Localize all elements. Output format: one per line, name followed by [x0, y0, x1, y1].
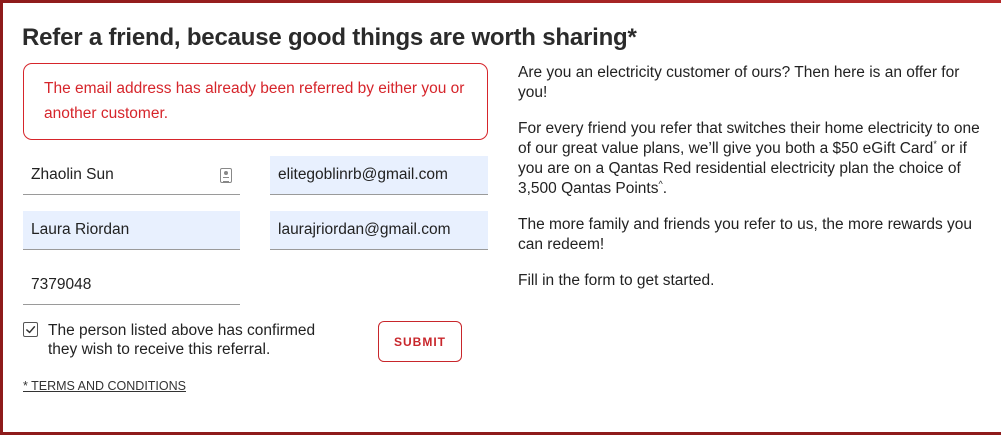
submit-button[interactable]: SUBMIT — [378, 321, 462, 362]
consent-label: The person listed above has confirmed th… — [48, 322, 316, 358]
reward-text-part-1: For every friend you refer that switches… — [518, 120, 980, 157]
info-paragraph-reward: For every friend you refer that switches… — [518, 119, 988, 199]
referrer-name-value: Zhaolin Sun — [31, 166, 114, 183]
page-frame-top — [0, 0, 1001, 3]
info-paragraph-cta: Fill in the form to get started. — [518, 272, 715, 289]
friend-name-field[interactable]: Laura Riordan — [23, 211, 240, 250]
referrer-name-field[interactable]: Zhaolin Sun — [23, 156, 240, 195]
friend-name-value: Laura Riordan — [31, 221, 130, 238]
reward-text-part-3: . — [662, 180, 668, 197]
friend-email-field[interactable]: laurajriordan@gmail.com — [270, 211, 488, 250]
referral-info: Are you an electricity customer of ours?… — [518, 63, 988, 307]
check-icon — [26, 326, 36, 334]
terms-and-conditions-link[interactable]: * TERMS AND CONDITIONS — [23, 379, 186, 393]
account-number-value: 7379048 — [31, 276, 92, 293]
page-title: Refer a friend, because good things are … — [22, 24, 637, 51]
referrer-email-value: elitegoblinrb@gmail.com — [278, 166, 448, 183]
consent-checkbox[interactable] — [23, 322, 38, 337]
referrer-email-field[interactable]: elitegoblinrb@gmail.com — [270, 156, 488, 195]
info-paragraph-offer: Are you an electricity customer of ours?… — [518, 64, 960, 101]
contact-card-icon[interactable] — [220, 167, 232, 183]
error-message: The email address has already been refer… — [44, 80, 465, 122]
error-alert: The email address has already been refer… — [23, 63, 488, 140]
info-paragraph-more: The more family and friends you refer to… — [518, 216, 973, 253]
account-number-field[interactable]: 7379048 — [23, 266, 240, 305]
page-frame-left — [0, 0, 3, 435]
friend-email-value: laurajriordan@gmail.com — [278, 221, 451, 238]
